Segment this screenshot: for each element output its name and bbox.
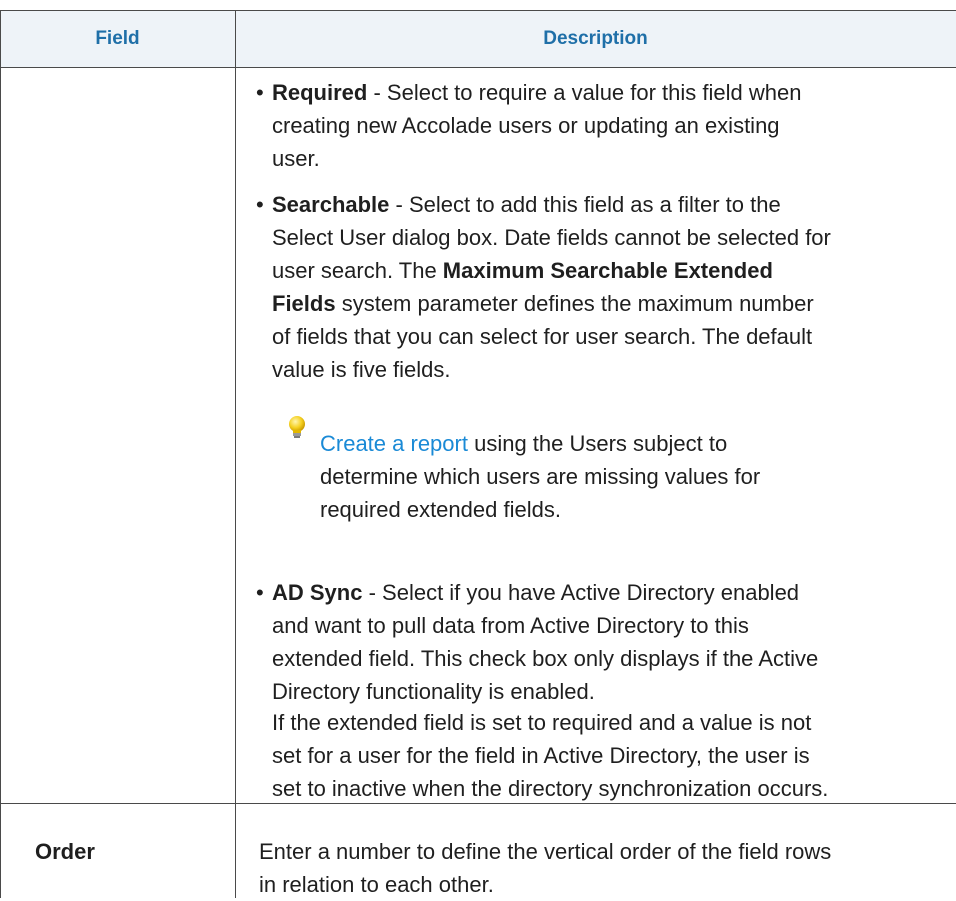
list-item-required: • Required - Select to require a value f… [256,76,956,175]
list-text: extended field. This check box only disp… [272,646,819,671]
order-text: in relation to each other. [259,872,494,897]
column-divider [235,10,236,898]
list-text: of fields that you can select for user s… [272,324,813,349]
bullet-dot: • [256,80,264,105]
header-description: Description [543,28,648,49]
list-text: - Select to require a value for this fie… [367,80,802,105]
note-text: set to inactive when the directory synch… [272,776,829,801]
document-table: Field Description • Required - Select to… [0,0,956,898]
order-text: Enter a number to define the vertical or… [259,839,832,864]
header-divider [0,67,956,68]
term-fields: Fields [272,291,336,316]
list-text: and want to pull data from Active Direct… [272,613,749,638]
table-border-left [0,10,1,898]
tip-text: using the Users subject to [467,431,728,456]
list-text: - Select if you have Active Directory en… [362,580,800,605]
list-text: creating new Accolade users or updating … [272,113,780,138]
term-searchable: Searchable [272,192,390,217]
term-max-searchable: Maximum Searchable Extended [442,258,773,283]
term-ad-sync: AD Sync [272,580,363,605]
lightbulb-icon [289,416,305,438]
note-text: If the extended field is set to required… [272,710,812,735]
list-text: Select User dialog box. Date fields cann… [272,225,831,250]
list-text: - Select to add this field as a filter t… [389,192,781,217]
list-text: Directory functionality is enabled. [272,679,595,704]
term-required: Required [272,80,368,105]
list-item-ad-sync: • AD Sync - Select if you have Active Di… [256,576,956,708]
field-order-description: Enter a number to define the vertical or… [259,835,831,901]
create-report-link[interactable]: Create a report [320,431,468,456]
table-border-top [0,10,956,11]
note-paragraph: If the extended field is set to required… [272,706,956,805]
list-text: user. [272,146,320,171]
bullet-dot: • [256,192,264,217]
table-header-row: Field Description [0,10,956,67]
field-order-label: Order [35,839,95,864]
header-field: Field [95,28,140,49]
tip-text: required extended fields. [320,497,561,522]
bullet-dot: • [256,580,264,605]
tip-text: determine which users are missing values… [320,464,761,489]
list-text: system parameter defines the maximum num… [341,291,814,316]
list-text: value is five fields. [272,357,451,382]
note-text: set for a user for the field in Active D… [272,743,810,768]
list-item-searchable: • Searchable - Select to add this field … [256,188,956,386]
tip-note: Create a report using the Users subject … [289,416,840,526]
list-text: user search. The [272,258,443,283]
